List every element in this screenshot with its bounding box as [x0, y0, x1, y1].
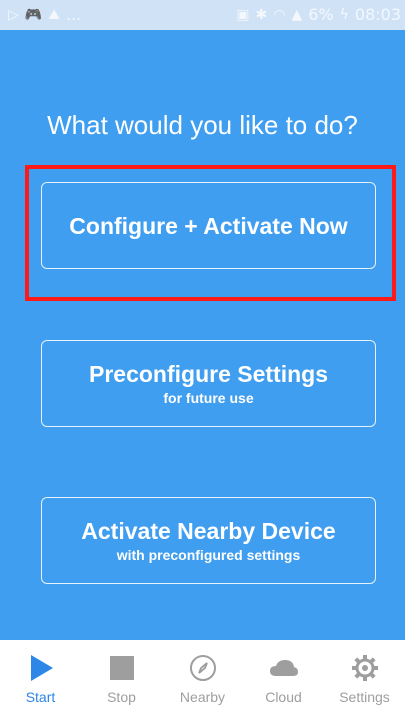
play-icon — [27, 652, 55, 684]
wifi-icon: ◠ — [273, 7, 286, 23]
action-title: Activate Nearby Device — [81, 517, 336, 544]
preconfigure-settings-button[interactable]: Preconfigure Settings for future use — [41, 340, 376, 427]
nav-stop[interactable]: Stop — [81, 640, 162, 705]
nfc-icon: ▣ — [236, 7, 250, 23]
compass-icon — [189, 652, 217, 684]
action-subtitle: with preconfigured settings — [116, 546, 301, 563]
main-content: What would you like to do? Configure + A… — [0, 30, 405, 640]
bottom-nav: Start Stop Nearby Cloud Settings — [0, 640, 405, 714]
nav-start[interactable]: Start — [0, 640, 81, 705]
cloud-icon — [268, 652, 300, 684]
stop-icon — [108, 652, 136, 684]
notification-ellipsis: ... — [65, 5, 82, 24]
page-title: What would you like to do? — [47, 110, 358, 140]
battery-percent: 6% — [308, 5, 334, 24]
nav-label: Stop — [107, 689, 136, 705]
nav-nearby[interactable]: Nearby — [162, 640, 243, 705]
status-right: ▣ ✱ ◠ ▲ 6% ϟ 08:03 — [236, 5, 401, 25]
play-icon: ▷ — [8, 7, 19, 23]
gear-icon — [351, 652, 379, 684]
status-left: ▷ 🎮 ⛰ ... — [8, 5, 81, 25]
action-subtitle: for future use — [163, 389, 254, 406]
gamepad-icon: 🎮 — [24, 7, 43, 23]
nav-label: Start — [25, 689, 56, 705]
action-title: Configure + Activate Now — [69, 212, 348, 239]
nav-settings[interactable]: Settings — [324, 640, 405, 705]
nav-label: Cloud — [265, 689, 302, 705]
bluetooth-icon: ✱ — [255, 7, 268, 23]
activate-nearby-device-button[interactable]: Activate Nearby Device with preconfigure… — [41, 497, 376, 584]
nav-label: Nearby — [179, 689, 226, 705]
status-bar: ▷ 🎮 ⛰ ... ▣ ✱ ◠ ▲ 6% ϟ 08:03 — [0, 0, 405, 30]
battery-charging-icon: ϟ — [339, 7, 349, 23]
signal-icon: ▲ — [291, 7, 303, 23]
mountain-icon: ⛰ — [48, 7, 60, 23]
action-title: Preconfigure Settings — [89, 360, 328, 387]
nav-label: Settings — [339, 689, 390, 705]
configure-activate-now-button[interactable]: Configure + Activate Now — [41, 182, 376, 269]
clock: 08:03 — [354, 5, 401, 24]
nav-cloud[interactable]: Cloud — [243, 640, 324, 705]
